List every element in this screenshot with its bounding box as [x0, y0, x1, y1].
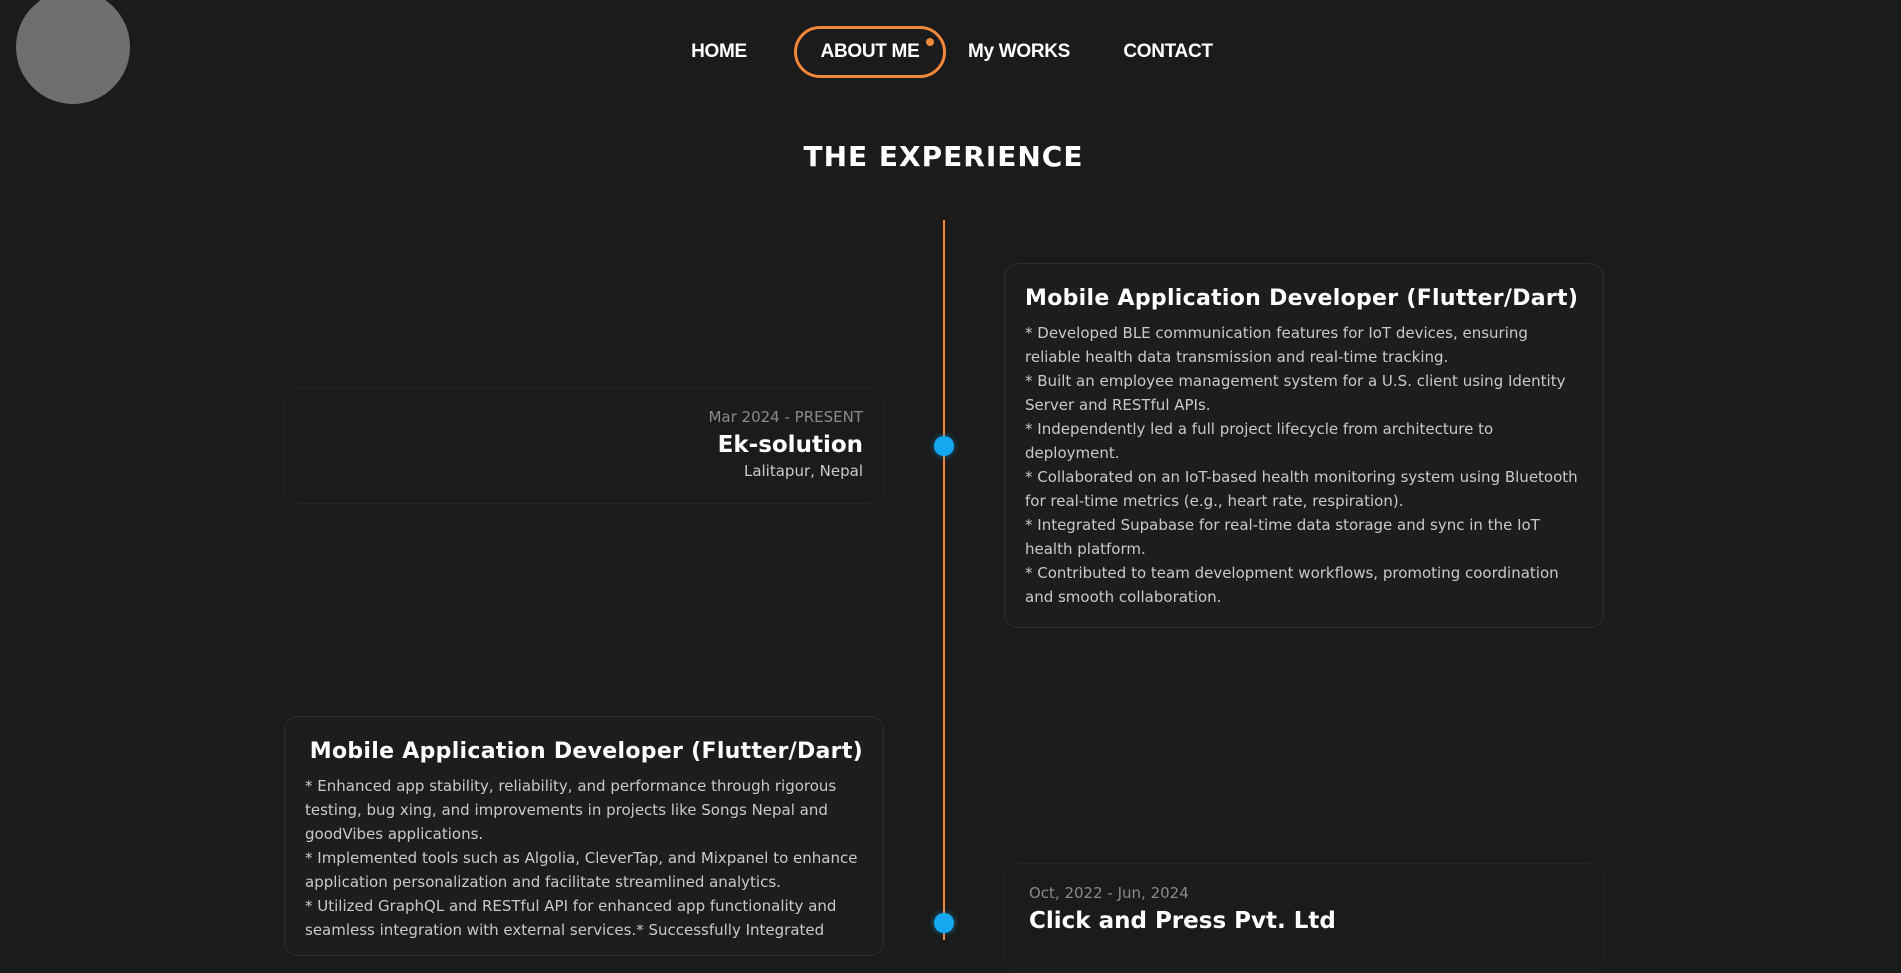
company-name: Ek-solution: [717, 432, 863, 458]
timeline-dot: [934, 436, 954, 456]
nav-about-me-label: ABOUT ME: [820, 41, 920, 62]
description-item: * Contributed to team development workfl…: [1025, 564, 1559, 606]
description-item: * Enhanced app stability, reliability, a…: [305, 777, 837, 843]
role-title: Mobile Application Developer (Flutter/Da…: [309, 739, 863, 764]
main-nav: HOME ABOUT ME My WORKS CONTACT: [0, 26, 1901, 78]
nav-home[interactable]: HOME: [672, 26, 766, 78]
description-item: * Utilized GraphQL and RESTful API for e…: [305, 897, 837, 939]
description-item: * Independently led a full project lifec…: [1025, 420, 1494, 462]
description-item: * Built an employee management system fo…: [1025, 372, 1566, 414]
experience-date: Mar 2024 - PRESENT: [708, 408, 863, 426]
section-title: THE EXPERIENCE: [803, 140, 1084, 173]
active-indicator-dot: [926, 38, 934, 46]
experience-date: Oct, 2022 - Jun, 2024: [1029, 884, 1189, 902]
description-item: * Developed BLE communication features f…: [1025, 324, 1528, 366]
timeline-line: [943, 220, 945, 940]
description-item: * Implemented tools such as Algolia, Cle…: [305, 849, 858, 891]
company-location: Lalitapur, Nepal: [743, 462, 863, 480]
experience-description-card: Mobile Application Developer (Flutter/Da…: [284, 716, 884, 956]
timeline-dot: [934, 913, 954, 933]
description-item: * Integrated Supabase for real-time data…: [1025, 516, 1540, 558]
experience-meta-card: Oct, 2022 - Jun, 2024 Click and Press Pv…: [1004, 863, 1604, 973]
description-item: * Collaborated on an IoT-based health mo…: [1025, 468, 1578, 510]
nav-contact[interactable]: CONTACT: [1120, 26, 1216, 78]
experience-meta-card: Mar 2024 - PRESENT Ek-solution Lalitapur…: [284, 387, 884, 504]
experience-description-card: Mobile Application Developer (Flutter/Da…: [1004, 263, 1604, 628]
nav-my-works[interactable]: My WORKS: [966, 26, 1072, 78]
nav-about-me[interactable]: ABOUT ME: [794, 26, 946, 78]
company-name: Click and Press Pvt. Ltd: [1029, 908, 1336, 934]
role-title: Mobile Application Developer (Flutter/Da…: [1025, 286, 1579, 311]
